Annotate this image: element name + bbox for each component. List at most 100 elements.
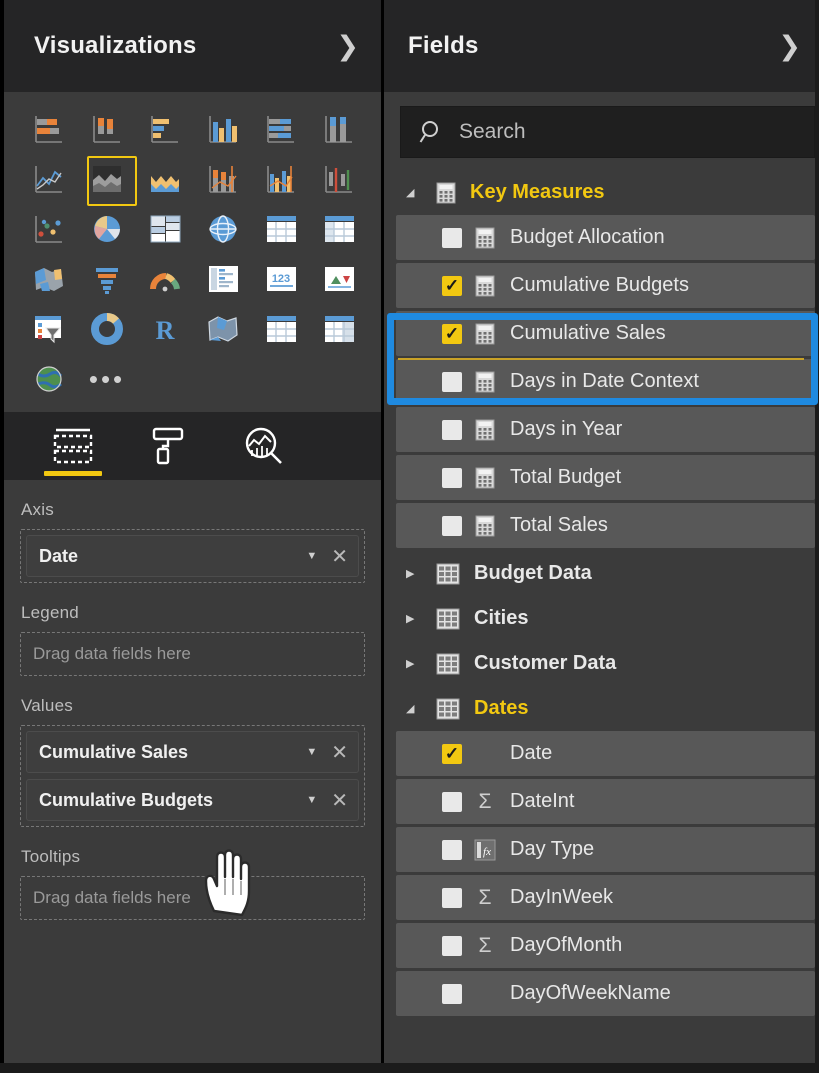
viz-type-line-and-clustered-column-chart[interactable] [252,154,310,204]
viz-type-more-options[interactable]: ••• [78,354,136,404]
field-row-days-in-date-context[interactable]: Days in Date Context [396,359,815,404]
viz-type-filled-map[interactable] [20,254,78,304]
well-dropzone-values[interactable]: Cumulative Sales ▼ ✕ Cumulative Budgets ▼ ✕ [20,725,365,827]
viz-type-table[interactable] [252,204,310,254]
viz-type-table-alt[interactable] [252,304,310,354]
measure-calculator-icon-wrap [472,371,498,393]
search-input[interactable]: Search [400,106,815,158]
viz-type-treemap[interactable] [136,204,194,254]
viz-type-matrix[interactable] [310,204,368,254]
viz-type-scatter-chart[interactable] [20,204,78,254]
viz-type-funnel-chart[interactable] [78,254,136,304]
field-checkbox[interactable] [442,791,462,812]
viz-type-hundred-percent-stacked-column-chart[interactable] [310,104,368,154]
field-row-dayofweekname[interactable]: DayOfWeekName [396,971,815,1016]
field-chip[interactable]: Cumulative Sales ▼ ✕ [26,731,359,773]
field-row-total-sales[interactable]: Total Sales [396,503,815,548]
chevron-right-icon[interactable]: ❯ [336,32,359,60]
field-label: Day Type [510,838,595,860]
field-chip[interactable]: Cumulative Budgets ▼ ✕ [26,779,359,821]
field-checkbox[interactable] [442,935,462,956]
well-dropzone-legend[interactable]: Drag data fields here [20,632,365,676]
viz-type-stacked-column-chart[interactable] [78,104,136,154]
well-label-values: Values [21,696,73,715]
well-dropzone-axis[interactable]: Date ▼ ✕ [20,529,365,583]
chevron-down-icon[interactable]: ▼ [306,550,317,562]
viz-type-slicer[interactable] [20,304,78,354]
viz-type-matrix-alt[interactable] [310,304,368,354]
remove-field-icon[interactable]: ✕ [331,544,348,569]
viz-type-multi-row-card[interactable] [194,254,252,304]
analytics-tab[interactable] [234,422,296,470]
field-checkbox[interactable] [442,275,462,296]
table-node-dates[interactable]: ◢ Dates [384,686,815,731]
viz-type-r-script-visual[interactable]: R [136,304,194,354]
field-row-total-budget[interactable]: Total Budget [396,455,815,500]
viz-type-map[interactable] [194,204,252,254]
paint-roller-icon [152,427,184,465]
field-row-dayinweek[interactable]: Σ DayInWeek [396,875,815,920]
field-row-budget-allocation[interactable]: Budget Allocation [396,215,815,260]
viz-type-stacked-area-chart[interactable] [136,154,194,204]
caret-expanded-icon[interactable]: ◢ [406,702,422,715]
chevron-down-icon[interactable]: ▼ [306,746,317,758]
fields-tree[interactable]: ◢ Key Measures Budget Allocation Cumulative… [384,170,815,1016]
viz-type-area-chart[interactable] [78,154,137,206]
field-row-cumulative-sales[interactable]: Cumulative Sales [396,311,815,356]
caret-collapsed-icon[interactable]: ▶ [406,657,422,670]
field-checkbox[interactable] [442,227,462,248]
field-row-dateint[interactable]: Σ DateInt [396,779,815,824]
field-checkbox[interactable] [442,839,462,860]
viz-type-line-and-stacked-column-chart[interactable] [194,154,252,204]
viz-type-pie-chart[interactable] [78,204,136,254]
field-checkbox[interactable] [442,467,462,488]
well-label-axis: Axis [21,500,54,519]
field-checkbox[interactable] [442,515,462,536]
viz-type-globe-map[interactable] [20,354,78,404]
viz-type-line-chart[interactable] [20,154,78,204]
caret-collapsed-icon[interactable]: ▶ [406,567,422,580]
caret-collapsed-icon[interactable]: ▶ [406,612,422,625]
field-chip[interactable]: Date ▼ ✕ [26,535,359,577]
viz-type-clustered-bar-chart[interactable] [136,104,194,154]
fields-tab[interactable] [42,422,104,476]
viz-type-stacked-bar-chart[interactable] [20,104,78,154]
viz-type-shape-map[interactable] [194,304,252,354]
viz-type-hundred-percent-stacked-bar-chart[interactable] [252,104,310,154]
field-group-key-measures[interactable]: ◢ Key Measures [384,170,815,215]
table-node-customer-data[interactable]: ▶ Customer Data [384,641,815,686]
kpi-icon [325,267,354,291]
table-node-budget-data[interactable]: ▶ Budget Data [384,551,815,596]
chevron-right-icon[interactable]: ❯ [778,32,801,60]
field-row-days-in-year[interactable]: Days in Year [396,407,815,452]
globe-map-icon [36,366,63,392]
remove-field-icon[interactable]: ✕ [331,788,348,813]
viz-type-card[interactable]: 123 [252,254,310,304]
field-checkbox[interactable] [442,323,462,344]
well-label-tooltips: Tooltips [21,847,81,866]
format-tab[interactable] [138,422,200,470]
viz-type-gauge-chart[interactable] [136,254,194,304]
viz-type-donut-chart[interactable] [78,304,136,354]
well-dropzone-tooltips[interactable]: Drag data fields here [20,876,365,920]
viz-type-ribbon-chart[interactable] [310,154,368,204]
field-checkbox[interactable] [442,371,462,392]
field-row-cumulative-budgets[interactable]: Cumulative Budgets [396,263,815,308]
field-checkbox[interactable] [442,419,462,440]
remove-field-icon[interactable]: ✕ [331,740,348,765]
viz-type-kpi[interactable] [310,254,368,304]
measure-calculator-icon-wrap [472,467,498,489]
field-label: Total Sales [510,514,608,536]
chevron-down-icon[interactable]: ▼ [306,794,317,806]
visualization-type-gallery[interactable]: 123 R ••• [4,92,381,408]
caret-expanded-icon[interactable]: ◢ [406,186,422,199]
viz-type-clustered-column-chart[interactable] [194,104,252,154]
table-node-cities[interactable]: ▶ Cities [384,596,815,641]
field-checkbox[interactable] [442,887,462,908]
measure-calculator-icon [475,275,495,296]
field-row-day-type[interactable]: fx Day Type [396,827,815,872]
field-checkbox[interactable] [442,983,462,1004]
field-row-dayofmonth[interactable]: Σ DayOfMonth [396,923,815,968]
field-checkbox[interactable] [442,743,462,764]
field-row-date[interactable]: Date [396,731,815,776]
